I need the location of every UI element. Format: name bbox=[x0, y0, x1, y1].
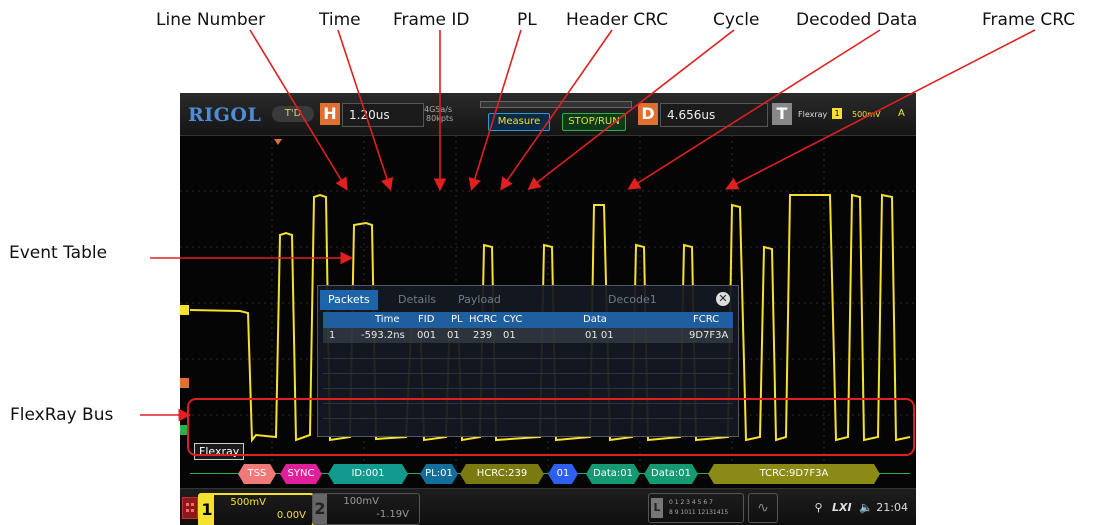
annotation-overlay bbox=[140, 29, 1036, 456]
